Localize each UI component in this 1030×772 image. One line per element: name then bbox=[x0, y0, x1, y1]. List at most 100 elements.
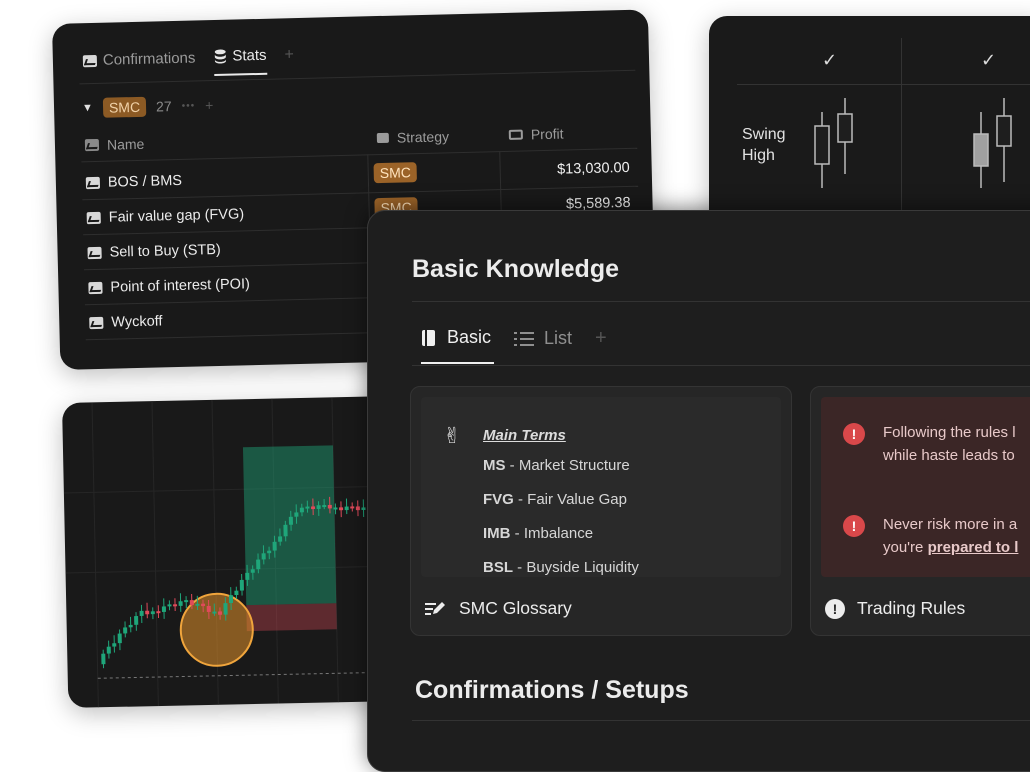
divider bbox=[412, 720, 1030, 721]
candle bbox=[289, 517, 293, 525]
candle bbox=[305, 507, 309, 509]
candle bbox=[283, 525, 287, 537]
tab-confirmations[interactable]: Confirmations bbox=[83, 49, 196, 80]
peace-hand-icon: ✌ bbox=[443, 423, 461, 449]
tab-label: List bbox=[544, 328, 572, 349]
card-preview: ✌ Main Terms MS - Market Structure FVG -… bbox=[421, 397, 781, 577]
table-row[interactable]: Wyckoff bbox=[89, 313, 163, 331]
book-icon bbox=[421, 329, 437, 347]
candle bbox=[207, 606, 211, 612]
rule-line: while haste leads to bbox=[883, 444, 1016, 467]
tab-list[interactable]: List bbox=[514, 327, 575, 364]
alert-icon: ! bbox=[843, 515, 865, 537]
database-icon bbox=[213, 49, 226, 64]
add-view-button[interactable]: + bbox=[595, 327, 607, 364]
column-divider bbox=[901, 38, 902, 236]
column-header-name[interactable]: Name bbox=[85, 136, 145, 153]
divider bbox=[412, 365, 1030, 366]
tag-icon bbox=[377, 133, 389, 143]
glossary-term: BSL - Buyside Liquidity bbox=[483, 559, 639, 576]
column-label: Strategy bbox=[397, 128, 450, 145]
loss-zone bbox=[246, 603, 337, 631]
section-title: Confirmations / Setups bbox=[415, 676, 689, 705]
label-line: Swing bbox=[742, 124, 786, 145]
candle bbox=[112, 643, 116, 646]
candle bbox=[151, 611, 155, 614]
term-abbr: BSL bbox=[483, 559, 513, 576]
candle bbox=[328, 505, 332, 509]
candle bbox=[317, 505, 321, 509]
divider bbox=[81, 148, 637, 163]
candle bbox=[167, 604, 171, 606]
tab-basic[interactable]: Basic bbox=[421, 327, 494, 364]
divider bbox=[737, 84, 1030, 85]
alert-icon: ! bbox=[843, 423, 865, 445]
chart-icon bbox=[83, 54, 97, 66]
candle bbox=[145, 611, 149, 615]
candle bbox=[101, 654, 105, 665]
table-row[interactable]: Point of interest (POI) bbox=[88, 276, 250, 296]
caret-down-icon[interactable]: ▼ bbox=[82, 102, 93, 114]
glossary-term: MS - Market Structure bbox=[483, 457, 630, 474]
candle bbox=[184, 600, 188, 602]
candle bbox=[356, 506, 360, 510]
rule-line: you're prepared to l bbox=[883, 536, 1018, 559]
glossary-term: FVG - Fair Value Gap bbox=[483, 491, 627, 508]
strategy-tag: SMC bbox=[373, 162, 417, 183]
column-header-strategy[interactable]: Strategy bbox=[377, 128, 450, 146]
stats-tabs: Confirmations Stats + bbox=[83, 46, 295, 79]
term-text: - Imbalance bbox=[511, 525, 594, 542]
candle bbox=[815, 126, 829, 164]
card-preview: ! Following the rules l while haste lead… bbox=[821, 397, 1030, 577]
check-icon: ✓ bbox=[822, 50, 837, 71]
candle bbox=[838, 114, 852, 142]
column-header-profit[interactable]: Profit bbox=[509, 126, 564, 143]
table-row[interactable]: Fair value gap (FVG) bbox=[87, 206, 245, 226]
candle bbox=[201, 604, 205, 606]
price-chart-panel bbox=[62, 396, 408, 708]
candle bbox=[278, 536, 282, 541]
chart-icon bbox=[88, 282, 102, 294]
candle bbox=[333, 507, 337, 509]
candle bbox=[262, 553, 266, 559]
table-row[interactable]: Sell to Buy (STB) bbox=[87, 242, 221, 261]
rule-link[interactable]: prepared to l bbox=[928, 539, 1019, 556]
candle bbox=[179, 601, 183, 606]
candle bbox=[107, 647, 111, 654]
add-row-button[interactable]: + bbox=[205, 97, 214, 113]
card-title-text: SMC Glossary bbox=[459, 598, 572, 619]
candle bbox=[173, 604, 177, 606]
term-text: - Buyside Liquidity bbox=[513, 559, 639, 576]
tab-stats[interactable]: Stats bbox=[213, 47, 267, 76]
chart-icon bbox=[87, 212, 101, 224]
smc-glossary-card[interactable]: ✌ Main Terms MS - Market Structure FVG -… bbox=[410, 386, 792, 636]
trading-rules-card[interactable]: ! Following the rules l while haste lead… bbox=[810, 386, 1030, 636]
term-text: - Market Structure bbox=[506, 457, 630, 474]
alert-circle-icon: ! bbox=[825, 599, 845, 619]
tab-label: Stats bbox=[232, 47, 267, 65]
rule-line: Never risk more in a bbox=[883, 513, 1018, 536]
baseline bbox=[98, 672, 388, 678]
more-button[interactable]: ••• bbox=[181, 100, 195, 111]
candle bbox=[997, 116, 1011, 146]
group-header[interactable]: ▼ SMC 27 ••• + bbox=[82, 95, 214, 118]
glossary-heading[interactable]: Main Terms bbox=[483, 427, 566, 444]
rule-line: Following the rules l bbox=[883, 421, 1016, 444]
tab-label: Basic bbox=[447, 327, 491, 348]
candle bbox=[294, 512, 298, 516]
table-row[interactable]: BOS / BMS bbox=[86, 173, 183, 191]
card-title: ! Trading Rules bbox=[825, 598, 965, 619]
profit-value: $13,030.00 bbox=[557, 160, 630, 178]
row-name: Wyckoff bbox=[111, 313, 163, 330]
row-name: Sell to Buy (STB) bbox=[109, 242, 221, 261]
candle bbox=[134, 616, 138, 625]
candle bbox=[345, 507, 349, 511]
add-tab-button[interactable]: + bbox=[284, 46, 294, 74]
candle bbox=[273, 542, 277, 551]
candlestick-illustration bbox=[809, 96, 869, 192]
candle bbox=[195, 604, 199, 606]
divider bbox=[412, 301, 1030, 302]
candle bbox=[240, 580, 244, 591]
candle bbox=[974, 134, 988, 166]
card-title-text: Trading Rules bbox=[857, 598, 965, 619]
